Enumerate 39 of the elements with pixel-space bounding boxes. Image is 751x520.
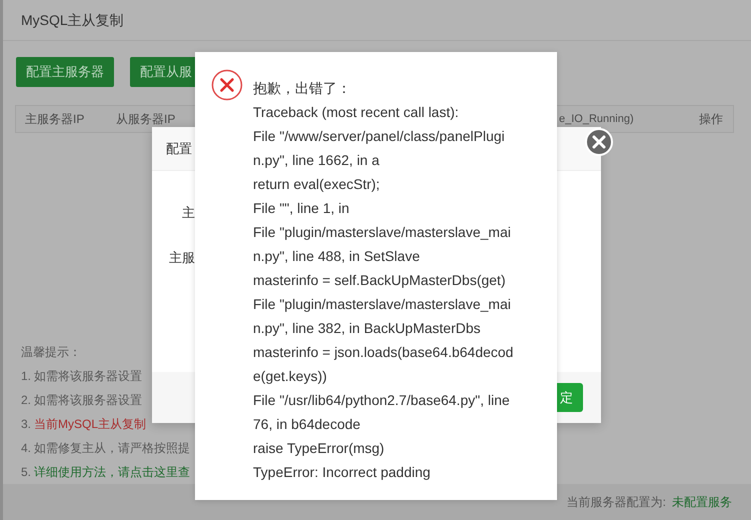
field-label: 主服 bbox=[168, 249, 195, 267]
traceback-line: File "plugin/masterslave/masterslave_mai bbox=[253, 295, 512, 314]
tip-number: 3. bbox=[21, 417, 32, 431]
traceback-line: n.py", line 488, in SetSlave bbox=[253, 247, 421, 266]
traceback-line: e(get.keys)) bbox=[253, 367, 328, 386]
traceback-line: n.py", line 382, in BackUpMasterDbs bbox=[253, 319, 482, 338]
traceback-line: File "", line 1, in bbox=[253, 199, 350, 218]
tip-number: 4. bbox=[21, 441, 32, 455]
column-header: 从服务器IP bbox=[116, 112, 176, 126]
column-header: 主服务器IP bbox=[25, 112, 84, 126]
traceback-line: TypeError: Incorrect padding bbox=[253, 463, 432, 482]
tip-text: 当前MySQL主从复制 bbox=[34, 417, 146, 431]
traceback-line: File "plugin/masterslave/masterslave_mai bbox=[253, 223, 512, 242]
tip-text: 如需将该服务器设置 bbox=[34, 369, 142, 383]
tip-text: 如需修复主从，请严格按照提 bbox=[34, 441, 190, 455]
traceback-line: Traceback (most recent call last): bbox=[253, 103, 460, 122]
error-icon bbox=[211, 69, 243, 101]
tip-number: 2. bbox=[21, 393, 32, 407]
traceback-line: n.py", line 1662, in a bbox=[253, 151, 380, 170]
traceback-line: masterinfo = self.BackUpMasterDbs(get) bbox=[253, 271, 506, 290]
traceback-line: masterinfo = json.loads(base64.b64decod bbox=[253, 343, 514, 362]
column-header: 操作 bbox=[699, 112, 723, 126]
tip-text: 如需将该服务器设置 bbox=[34, 393, 142, 407]
status-value: 未配置服务 bbox=[672, 495, 732, 509]
tip-number: 5. bbox=[21, 465, 32, 479]
tip-number: 1. bbox=[21, 369, 32, 383]
config-button[interactable]: 配置主服务器 bbox=[16, 57, 114, 87]
error-heading: 抱歉，出错了： bbox=[253, 79, 352, 98]
column-header: e_IO_Running) bbox=[559, 113, 634, 125]
traceback-line: raise TypeError(msg) bbox=[253, 439, 386, 458]
traceback-line: File "/www/server/panel/class/panelPlugi bbox=[253, 127, 506, 146]
tips-title: 温馨提示： bbox=[21, 345, 81, 359]
status-label: 当前服务器配置为: bbox=[566, 495, 666, 509]
traceback-line: 76, in b64decode bbox=[253, 415, 362, 434]
help-link[interactable]: 详细使用方法，请点击这里查 bbox=[34, 465, 190, 479]
traceback-line: return eval(execStr); bbox=[253, 175, 381, 194]
dialog-title: 配置 bbox=[166, 141, 192, 156]
field-label: 主 bbox=[181, 204, 195, 222]
traceback-line: File "/usr/lib64/python2.7/base64.py", line bbox=[253, 391, 511, 410]
